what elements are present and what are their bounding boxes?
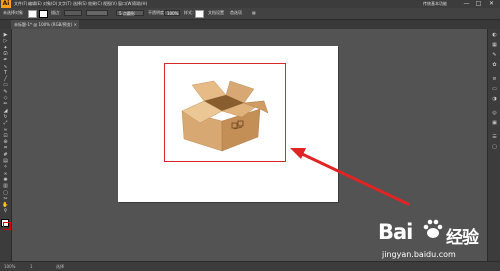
- close-window-button[interactable]: ✕: [487, 0, 496, 8]
- stroke-color-icon[interactable]: [3, 222, 11, 230]
- watermark-url: jingyan.baidu.com: [382, 250, 456, 259]
- color-panel-icon[interactable]: ◐: [491, 33, 498, 38]
- close-tab-icon[interactable]: ×: [74, 20, 77, 29]
- stroke-label: 描边：: [51, 10, 63, 15]
- opacity-field[interactable]: 100%: [164, 10, 180, 16]
- shaper-tool-icon[interactable]: ◇: [2, 96, 9, 101]
- pencil-tool-icon[interactable]: ✏: [2, 102, 9, 107]
- swatches-panel-icon[interactable]: ▦: [491, 43, 498, 48]
- menu-help[interactable]: 帮助(H): [133, 0, 147, 8]
- menu-bar: Ai 文件(F) 编辑(E) 对象(O) 文字(T) 选择(S) 效果(C) 视…: [0, 0, 500, 8]
- watermark-brand: Bai: [378, 220, 413, 244]
- document-tab-bar: 未标题-1* @ 100% (RGB/预览) ×: [0, 20, 500, 29]
- perspective-grid-tool-icon[interactable]: ⌗: [2, 146, 9, 151]
- magic-wand-tool-icon[interactable]: ✦: [2, 45, 9, 51]
- appearance-panel-icon[interactable]: ◎: [491, 111, 498, 116]
- artboards-panel-icon[interactable]: ▢: [491, 145, 498, 150]
- zoom-tool-icon[interactable]: ⚲: [2, 209, 9, 214]
- shape-builder-tool-icon[interactable]: ⊕: [2, 140, 9, 145]
- paintbrush-tool-icon[interactable]: ✎: [2, 89, 9, 95]
- scale-tool-icon[interactable]: ⤢: [2, 121, 9, 126]
- symbol-sprayer-tool-icon[interactable]: ✺: [2, 177, 9, 183]
- transparency-panel-icon[interactable]: ◑: [491, 97, 498, 102]
- layers-panel-icon[interactable]: ☰: [491, 135, 498, 140]
- rotate-tool-icon[interactable]: ↻: [2, 114, 9, 120]
- menu-effect[interactable]: 效果(C): [88, 0, 102, 8]
- baidu-paw-icon: [423, 219, 443, 238]
- workspace-switcher[interactable]: 传统基本功能: [423, 0, 447, 8]
- eyedropper-tool-icon[interactable]: ✧: [2, 165, 9, 170]
- tools-panel: ▶ ▷ ✦ ᘏ ✒ ∿ T ╱ ▭ ✎ ◇ ✏ ◢ ↻ ⤢ ≈ ⊡ ⊕ ⌗ # ▤ ✧ ∞ ✺ ▥ ▢ ✂ ✋ ⚲: [0, 29, 12, 261]
- curvature-tool-icon[interactable]: ∿: [2, 64, 9, 70]
- menu-object[interactable]: 对象(O): [43, 0, 57, 8]
- stroke-panel-icon[interactable]: ≡: [491, 77, 498, 82]
- stroke-swatch[interactable]: [39, 10, 48, 18]
- minimize-button[interactable]: —: [462, 0, 471, 8]
- artboard-tool-icon[interactable]: ▢: [2, 190, 9, 196]
- blend-tool-icon[interactable]: ∞: [2, 171, 9, 177]
- watermark-jingyan: 经验: [446, 228, 479, 248]
- maximize-button[interactable]: □: [474, 0, 483, 8]
- selection-bounding-box[interactable]: [164, 63, 286, 162]
- preferences-button[interactable]: 首选项: [230, 10, 242, 16]
- selection-tool-icon[interactable]: ▶: [2, 33, 9, 38]
- width-tool-icon[interactable]: ≈: [2, 127, 9, 133]
- line-tool-icon[interactable]: ╱: [2, 77, 9, 82]
- gradient-panel-icon[interactable]: ▭: [491, 87, 498, 92]
- illustrator-logo: Ai: [1, 0, 11, 8]
- rectangle-tool-icon[interactable]: ▭: [2, 83, 9, 88]
- stroke-width-dropdown[interactable]: [64, 10, 82, 16]
- document-tab[interactable]: 未标题-1* @ 100% (RGB/预览) ×: [11, 20, 79, 29]
- pen-tool-icon[interactable]: ✒: [2, 58, 9, 63]
- arrange-icon[interactable]: ▦: [252, 10, 256, 16]
- brush-dropdown[interactable]: 5 点圆形: [116, 10, 144, 16]
- menu-type[interactable]: 文字(T): [58, 0, 72, 8]
- lasso-tool-icon[interactable]: ᘏ: [2, 51, 9, 57]
- document-tab-title: 未标题-1* @ 100% (RGB/预览): [14, 22, 73, 27]
- menu-edit[interactable]: 编辑(E): [28, 0, 42, 8]
- hand-tool-icon[interactable]: ✋: [2, 203, 9, 208]
- symbols-panel-icon[interactable]: ✿: [491, 63, 498, 68]
- menu-view[interactable]: 视图(V): [103, 0, 117, 8]
- fill-swatch[interactable]: [28, 10, 37, 18]
- control-bar: 未选择对象 描边： 5 点圆形 不透明度： 100% 样式： 文档设置 首选项 …: [0, 8, 500, 20]
- menu-select[interactable]: 选择(S): [73, 0, 87, 8]
- baidu-jingyan-watermark: Bai 经验 jingyan.baidu.com: [378, 214, 496, 266]
- graphic-style-swatch[interactable]: [195, 10, 204, 18]
- brushes-panel-icon[interactable]: ✎: [491, 53, 498, 58]
- gradient-tool-icon[interactable]: ▤: [2, 159, 9, 164]
- mesh-tool-icon[interactable]: #: [2, 152, 9, 158]
- doc-setup-button[interactable]: 文档设置: [208, 10, 224, 16]
- menu-window[interactable]: 窗口(W): [118, 0, 133, 8]
- free-transform-tool-icon[interactable]: ⊡: [2, 133, 9, 139]
- eraser-tool-icon[interactable]: ◢: [2, 108, 9, 114]
- selection-status-label: 未选择对象: [3, 10, 23, 15]
- menu-file[interactable]: 文件(F): [14, 0, 27, 8]
- direct-selection-tool-icon[interactable]: ▷: [2, 39, 9, 44]
- graphic-styles-panel-icon[interactable]: ▣: [491, 121, 498, 126]
- column-graph-tool-icon[interactable]: ▥: [2, 184, 9, 189]
- variable-width-profile[interactable]: [86, 10, 108, 16]
